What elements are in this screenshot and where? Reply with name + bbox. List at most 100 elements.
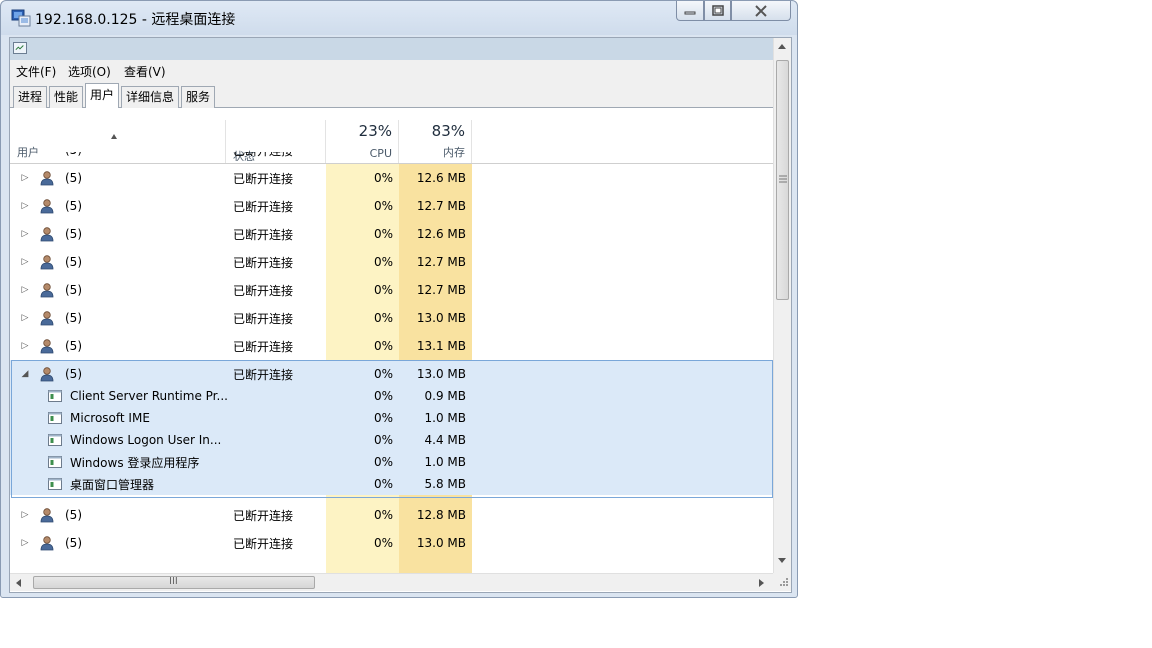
row-user-name: (5) [65, 311, 82, 325]
task-manager-window: 文件(F) 选项(O) 查看(V) 进程 性能 用户 详细信息 服务 用户 状态 [9, 37, 792, 593]
expand-arrow-icon[interactable]: ▷ [20, 192, 30, 220]
row-cpu: 0% [373, 171, 393, 185]
row-cpu: 0% [373, 311, 393, 325]
process-cpu: 0% [373, 477, 393, 491]
process-memory: 1.0 MB [424, 455, 466, 469]
process-icon [48, 429, 62, 451]
process-name: 桌面窗口管理器 [70, 477, 155, 492]
expand-arrow-icon[interactable]: ▷ [20, 248, 30, 276]
row-user-name: (5) [65, 367, 82, 381]
menu-options[interactable]: 选项(O) [68, 63, 111, 80]
menu-view[interactable]: 查看(V) [124, 63, 166, 80]
row-cpu: 0% [373, 283, 393, 297]
process-cpu: 0% [373, 433, 393, 447]
scroll-up-arrow[interactable] [778, 44, 786, 49]
user-row[interactable]: ▷ (5) 已断开连接 0% 12.8 MB [10, 501, 773, 529]
tab-details[interactable]: 详细信息 [121, 86, 180, 108]
expand-arrow-icon[interactable]: ▷ [20, 220, 30, 248]
expand-arrow-icon[interactable]: ▷ [20, 304, 30, 332]
menu-file[interactable]: 文件(F) [16, 63, 56, 80]
row-status: 已断开连接 [233, 311, 294, 326]
horizontal-scrollbar[interactable]: III [10, 573, 773, 591]
expand-arrow-icon[interactable]: ▷ [20, 501, 30, 529]
restore-button[interactable] [704, 1, 731, 21]
resize-grip[interactable] [773, 573, 791, 591]
process-row[interactable]: Windows 登录应用程序 0% 1.0 MB [10, 451, 773, 473]
grip-icon [779, 175, 787, 183]
process-name: Windows Logon User In... [70, 433, 222, 447]
user-icon [40, 501, 54, 529]
user-row[interactable]: ▷ (5) 已断开连接 0% 12.6 MB [10, 220, 773, 248]
rdp-titlebar[interactable]: 192.168.0.125 - 远程桌面连接 [1, 1, 797, 35]
row-status: 已断开连接 [233, 283, 294, 298]
user-icon [40, 529, 54, 557]
user-row[interactable]: ◢ (5) 已断开连接 0% 13.0 MB [10, 360, 773, 388]
process-name: Microsoft IME [70, 411, 150, 425]
task-manager-titlebar[interactable] [10, 38, 773, 60]
table-row[interactable]: (5) 已断开连接 [10, 152, 773, 164]
caption-buttons [676, 1, 791, 23]
scroll-right-arrow[interactable] [759, 579, 764, 587]
tab-services[interactable]: 服务 [181, 86, 216, 108]
row-user-name: (5) [65, 339, 82, 353]
row-cpu: 0% [373, 508, 393, 522]
expand-arrow-icon[interactable]: ▷ [20, 164, 30, 192]
process-memory: 0.9 MB [424, 389, 466, 403]
user-row[interactable]: ▷ (5) 已断开连接 0% 13.0 MB [10, 304, 773, 332]
process-memory: 4.4 MB [424, 433, 466, 447]
row-status: 已断开连接 [233, 152, 293, 164]
process-name: Windows 登录应用程序 [70, 455, 200, 470]
row-memory: 12.8 MB [416, 508, 466, 522]
row-memory: 13.1 MB [416, 339, 466, 353]
process-icon [48, 473, 62, 495]
user-row[interactable]: ▷ (5) 已断开连接 0% 12.7 MB [10, 276, 773, 304]
collapse-arrow-icon[interactable]: ◢ [20, 360, 30, 388]
sort-ascending-icon [111, 134, 117, 139]
process-row[interactable]: 桌面窗口管理器 0% 5.8 MB [10, 473, 773, 495]
vertical-scroll-thumb[interactable] [776, 60, 789, 300]
user-row[interactable]: ▷ (5) 已断开连接 0% 13.1 MB [10, 332, 773, 360]
user-icon [40, 332, 54, 360]
process-icon [48, 451, 62, 473]
minimize-button[interactable] [676, 1, 704, 21]
user-row[interactable]: ▷ (5) 已断开连接 0% 12.7 MB [10, 192, 773, 220]
row-user-name: (5) [65, 536, 82, 550]
process-row[interactable]: Microsoft IME 0% 1.0 MB [10, 407, 773, 429]
remote-desktop-icon [11, 9, 31, 27]
expand-arrow-icon[interactable]: ▷ [20, 529, 30, 557]
expand-arrow-icon[interactable]: ▷ [20, 332, 30, 360]
user-row[interactable]: ▷ (5) 已断开连接 0% 13.0 MB [10, 529, 773, 557]
row-user-name: (5) [65, 255, 82, 269]
user-icon [40, 360, 54, 388]
cpu-total-percent: 23% [358, 122, 392, 140]
window-title: 192.168.0.125 - 远程桌面连接 [35, 12, 236, 28]
tab-performance[interactable]: 性能 [49, 86, 84, 108]
user-icon [40, 276, 54, 304]
row-user-name: (5) [65, 283, 82, 297]
process-memory: 1.0 MB [424, 411, 466, 425]
scroll-down-arrow[interactable] [778, 558, 786, 563]
expand-arrow-icon[interactable]: ▷ [20, 276, 30, 304]
user-icon [40, 248, 54, 276]
tab-users[interactable]: 用户 [85, 83, 120, 108]
process-memory: 5.8 MB [424, 477, 466, 491]
resize-grip-icon [780, 578, 788, 586]
row-cpu: 0% [373, 339, 393, 353]
horizontal-scroll-thumb[interactable]: III [33, 576, 315, 589]
user-row[interactable]: ▷ (5) 已断开连接 0% 12.6 MB [10, 164, 773, 192]
vertical-scrollbar[interactable] [773, 38, 791, 573]
process-row[interactable]: Windows Logon User In... 0% 4.4 MB [10, 429, 773, 451]
row-status: 已断开连接 [233, 508, 294, 523]
process-name: Client Server Runtime Pr... [70, 389, 228, 403]
tab-processes[interactable]: 进程 [13, 86, 48, 108]
row-memory: 13.0 MB [416, 367, 466, 381]
user-row[interactable]: ▷ (5) 已断开连接 0% 12.7 MB [10, 248, 773, 276]
process-row[interactable]: Client Server Runtime Pr... 0% 0.9 MB [10, 385, 773, 407]
scroll-left-arrow[interactable] [16, 579, 21, 587]
menu-bar: 文件(F) 选项(O) 查看(V) [10, 60, 773, 82]
row-status: 已断开连接 [233, 199, 294, 214]
row-memory: 12.7 MB [416, 199, 466, 213]
row-user-name: (5) [65, 227, 82, 241]
close-button[interactable] [731, 1, 791, 21]
process-cpu: 0% [373, 455, 393, 469]
